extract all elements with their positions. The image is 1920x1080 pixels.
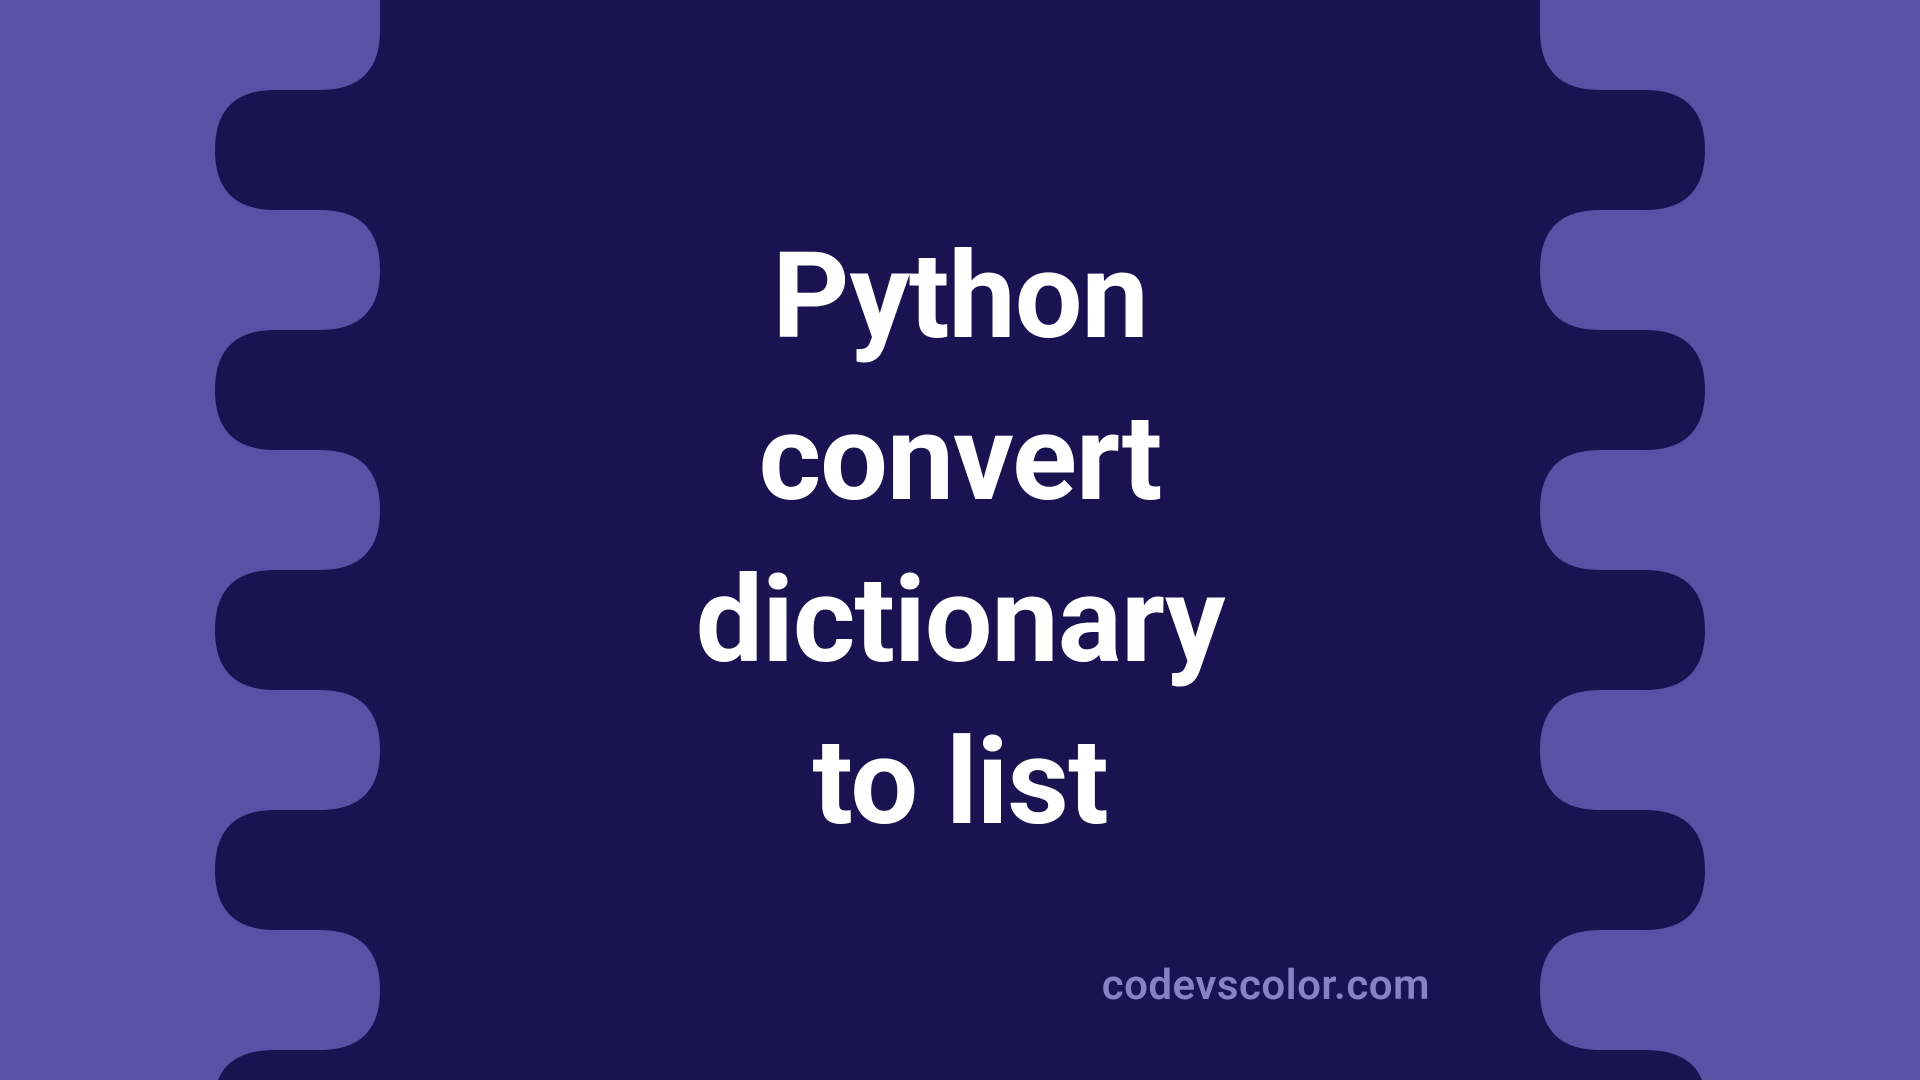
- title-line-1: Python: [772, 216, 1147, 378]
- site-credit: codevscolor.com: [1102, 961, 1430, 1010]
- main-title: Python convert dictionary to list: [0, 0, 1920, 1080]
- title-line-4: to list: [812, 702, 1107, 864]
- title-line-2: convert: [759, 378, 1162, 540]
- title-line-3: dictionary: [696, 540, 1225, 702]
